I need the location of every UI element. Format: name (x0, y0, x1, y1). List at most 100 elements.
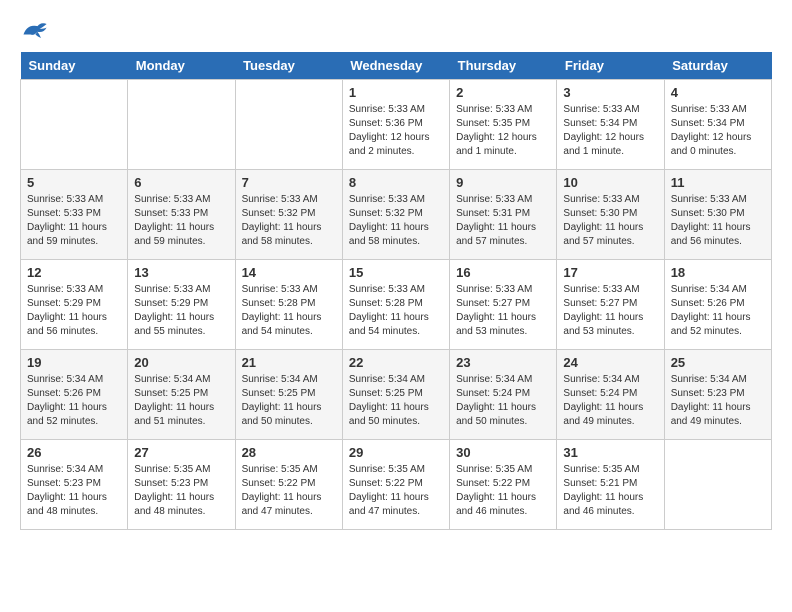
calendar-cell: 10Sunrise: 5:33 AM Sunset: 5:30 PM Dayli… (557, 170, 664, 260)
calendar-cell: 4Sunrise: 5:33 AM Sunset: 5:34 PM Daylig… (664, 80, 771, 170)
day-info: Sunrise: 5:33 AM Sunset: 5:28 PM Dayligh… (349, 283, 443, 339)
day-info: Sunrise: 5:34 AM Sunset: 5:25 PM Dayligh… (349, 373, 443, 429)
day-number: 27 (134, 445, 228, 460)
calendar-week-row: 1 Sunrise: 5:33 AM Sunset: 5:36 PM Daylig… (21, 80, 772, 170)
day-info: Sunrise: 5:34 AM Sunset: 5:23 PM Dayligh… (671, 373, 765, 429)
calendar-cell: 2 Sunrise: 5:33 AM Sunset: 5:35 PM Daylig… (450, 80, 557, 170)
calendar-cell: 30 Sunrise: 5:35 AM Sunset: 5:22 PM Dayli… (450, 440, 557, 530)
calendar-cell: 28 Sunrise: 5:35 AM Sunset: 5:22 PM Dayli… (235, 440, 342, 530)
calendar-week-row: 26Sunrise: 5:34 AM Sunset: 5:23 PM Dayli… (21, 440, 772, 530)
day-info: Sunrise: 5:33 AM Sunset: 5:27 PM Dayligh… (456, 283, 550, 339)
weekday-header-wednesday: Wednesday (342, 52, 449, 80)
calendar-cell: 29Sunrise: 5:35 AM Sunset: 5:22 PM Dayli… (342, 440, 449, 530)
weekday-header-friday: Friday (557, 52, 664, 80)
day-number: 25 (671, 355, 765, 370)
calendar-cell: 12 Sunrise: 5:33 AM Sunset: 5:29 PM Dayli… (21, 260, 128, 350)
day-number: 11 (671, 175, 765, 190)
calendar-cell: 31Sunrise: 5:35 AM Sunset: 5:21 PM Dayli… (557, 440, 664, 530)
day-number: 12 (27, 265, 121, 280)
day-number: 14 (242, 265, 336, 280)
day-info: Sunrise: 5:35 AM Sunset: 5:22 PM Dayligh… (349, 463, 443, 519)
calendar-cell: 9 Sunrise: 5:33 AM Sunset: 5:31 PM Daylig… (450, 170, 557, 260)
day-number: 19 (27, 355, 121, 370)
calendar-cell: 14 Sunrise: 5:33 AM Sunset: 5:28 PM Dayli… (235, 260, 342, 350)
day-info: Sunrise: 5:34 AM Sunset: 5:24 PM Dayligh… (456, 373, 550, 429)
day-info: Sunrise: 5:33 AM Sunset: 5:31 PM Dayligh… (456, 193, 550, 249)
day-number: 1 (349, 85, 443, 100)
day-info: Sunrise: 5:33 AM Sunset: 5:32 PM Dayligh… (242, 193, 336, 249)
weekday-header-sunday: Sunday (21, 52, 128, 80)
day-info: Sunrise: 5:34 AM Sunset: 5:26 PM Dayligh… (671, 283, 765, 339)
day-info: Sunrise: 5:33 AM Sunset: 5:27 PM Dayligh… (563, 283, 657, 339)
day-number: 21 (242, 355, 336, 370)
calendar-week-row: 19Sunrise: 5:34 AM Sunset: 5:26 PM Dayli… (21, 350, 772, 440)
weekday-header-thursday: Thursday (450, 52, 557, 80)
day-number: 31 (563, 445, 657, 460)
calendar-cell: 3 Sunrise: 5:33 AM Sunset: 5:34 PM Daylig… (557, 80, 664, 170)
day-number: 23 (456, 355, 550, 370)
calendar-cell: 22Sunrise: 5:34 AM Sunset: 5:25 PM Dayli… (342, 350, 449, 440)
calendar-cell: 21 Sunrise: 5:34 AM Sunset: 5:25 PM Dayli… (235, 350, 342, 440)
calendar-cell: 16 Sunrise: 5:33 AM Sunset: 5:27 PM Dayli… (450, 260, 557, 350)
calendar-cell: 17 Sunrise: 5:33 AM Sunset: 5:27 PM Dayli… (557, 260, 664, 350)
weekday-header-tuesday: Tuesday (235, 52, 342, 80)
day-info: Sunrise: 5:34 AM Sunset: 5:24 PM Dayligh… (563, 373, 657, 429)
calendar-cell: 11 Sunrise: 5:33 AM Sunset: 5:30 PM Dayli… (664, 170, 771, 260)
calendar-cell: 25 Sunrise: 5:34 AM Sunset: 5:23 PM Dayli… (664, 350, 771, 440)
calendar-cell: 19Sunrise: 5:34 AM Sunset: 5:26 PM Dayli… (21, 350, 128, 440)
calendar-week-row: 5 Sunrise: 5:33 AM Sunset: 5:33 PM Daylig… (21, 170, 772, 260)
day-number: 6 (134, 175, 228, 190)
day-number: 15 (349, 265, 443, 280)
calendar-cell: 23 Sunrise: 5:34 AM Sunset: 5:24 PM Dayli… (450, 350, 557, 440)
calendar-cell (664, 440, 771, 530)
day-number: 4 (671, 85, 765, 100)
calendar-cell: 8Sunrise: 5:33 AM Sunset: 5:32 PM Daylig… (342, 170, 449, 260)
day-number: 28 (242, 445, 336, 460)
day-info: Sunrise: 5:35 AM Sunset: 5:22 PM Dayligh… (456, 463, 550, 519)
day-info: Sunrise: 5:33 AM Sunset: 5:35 PM Dayligh… (456, 103, 550, 159)
day-info: Sunrise: 5:33 AM Sunset: 5:36 PM Dayligh… (349, 103, 443, 159)
page-header (20, 20, 772, 42)
calendar-cell: 26Sunrise: 5:34 AM Sunset: 5:23 PM Dayli… (21, 440, 128, 530)
calendar-table: SundayMondayTuesdayWednesdayThursdayFrid… (20, 52, 772, 530)
day-info: Sunrise: 5:33 AM Sunset: 5:34 PM Dayligh… (563, 103, 657, 159)
day-number: 16 (456, 265, 550, 280)
day-info: Sunrise: 5:33 AM Sunset: 5:30 PM Dayligh… (671, 193, 765, 249)
day-number: 7 (242, 175, 336, 190)
day-info: Sunrise: 5:33 AM Sunset: 5:29 PM Dayligh… (134, 283, 228, 339)
logo (20, 20, 54, 42)
day-number: 5 (27, 175, 121, 190)
calendar-cell (21, 80, 128, 170)
calendar-cell: 7 Sunrise: 5:33 AM Sunset: 5:32 PM Daylig… (235, 170, 342, 260)
calendar-cell: 13 Sunrise: 5:33 AM Sunset: 5:29 PM Dayli… (128, 260, 235, 350)
calendar-cell: 18 Sunrise: 5:34 AM Sunset: 5:26 PM Dayli… (664, 260, 771, 350)
weekday-header-row: SundayMondayTuesdayWednesdayThursdayFrid… (21, 52, 772, 80)
day-info: Sunrise: 5:33 AM Sunset: 5:29 PM Dayligh… (27, 283, 121, 339)
day-info: Sunrise: 5:33 AM Sunset: 5:28 PM Dayligh… (242, 283, 336, 339)
day-number: 13 (134, 265, 228, 280)
day-number: 2 (456, 85, 550, 100)
calendar-cell: 15 Sunrise: 5:33 AM Sunset: 5:28 PM Dayli… (342, 260, 449, 350)
day-info: Sunrise: 5:34 AM Sunset: 5:25 PM Dayligh… (242, 373, 336, 429)
calendar-cell (128, 80, 235, 170)
day-number: 26 (27, 445, 121, 460)
logo-bird-icon (20, 20, 48, 42)
day-info: Sunrise: 5:33 AM Sunset: 5:33 PM Dayligh… (134, 193, 228, 249)
day-number: 3 (563, 85, 657, 100)
day-info: Sunrise: 5:35 AM Sunset: 5:23 PM Dayligh… (134, 463, 228, 519)
day-number: 20 (134, 355, 228, 370)
day-info: Sunrise: 5:33 AM Sunset: 5:33 PM Dayligh… (27, 193, 121, 249)
day-info: Sunrise: 5:35 AM Sunset: 5:22 PM Dayligh… (242, 463, 336, 519)
calendar-cell: 27 Sunrise: 5:35 AM Sunset: 5:23 PM Dayli… (128, 440, 235, 530)
day-number: 18 (671, 265, 765, 280)
day-number: 9 (456, 175, 550, 190)
day-number: 17 (563, 265, 657, 280)
calendar-cell: 20Sunrise: 5:34 AM Sunset: 5:25 PM Dayli… (128, 350, 235, 440)
day-number: 10 (563, 175, 657, 190)
day-number: 30 (456, 445, 550, 460)
calendar-week-row: 12 Sunrise: 5:33 AM Sunset: 5:29 PM Dayli… (21, 260, 772, 350)
day-number: 24 (563, 355, 657, 370)
calendar-cell: 1 Sunrise: 5:33 AM Sunset: 5:36 PM Daylig… (342, 80, 449, 170)
calendar-cell: 6 Sunrise: 5:33 AM Sunset: 5:33 PM Daylig… (128, 170, 235, 260)
calendar-cell: 5 Sunrise: 5:33 AM Sunset: 5:33 PM Daylig… (21, 170, 128, 260)
